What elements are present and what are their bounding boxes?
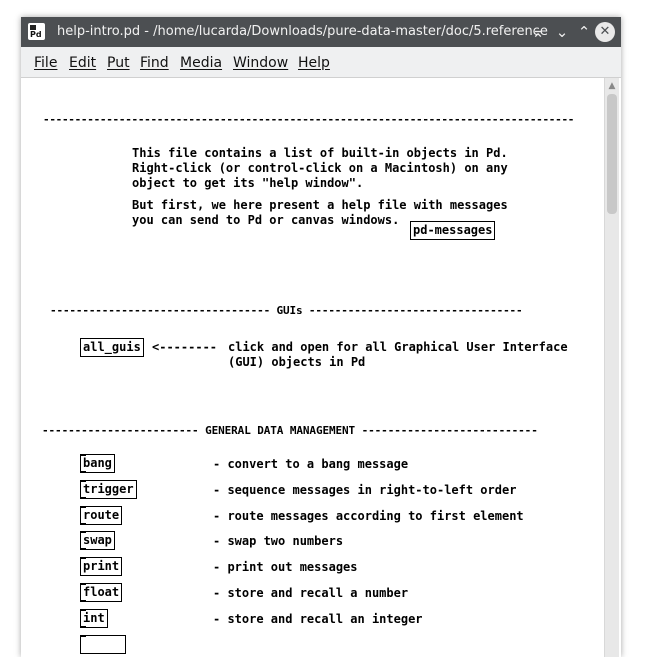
object-print[interactable]: print <box>80 557 123 576</box>
object-route[interactable]: route <box>80 506 123 525</box>
object-trigger[interactable]: trigger <box>80 480 137 499</box>
all-guis-desc-1: click and open for all Graphical User In… <box>228 340 568 354</box>
divider-top: ----------------------------------------… <box>43 113 575 126</box>
object-swap[interactable]: swap <box>80 531 115 550</box>
pd-app-icon: Pd <box>28 23 45 40</box>
object-float-desc: - store and recall a number <box>213 586 409 600</box>
object-partial[interactable] <box>80 635 126 654</box>
menu-file[interactable]: File <box>34 55 57 71</box>
menu-bar: File Edit Put Find Media Window Help <box>21 47 621 78</box>
menu-put[interactable]: Put <box>107 55 130 71</box>
pd-messages-subpatch[interactable]: pd-messages <box>410 221 496 240</box>
window-title: help-intro.pd - /home/lucarda/Downloads/… <box>57 24 548 39</box>
maximize-icon[interactable]: ⌃ <box>574 22 594 42</box>
menu-window[interactable]: Window <box>233 55 288 71</box>
keep-above-icon[interactable]: ⌅ <box>528 22 548 42</box>
object-float[interactable]: float <box>80 583 123 602</box>
minimize-icon[interactable]: ⌄ <box>552 22 572 42</box>
menu-edit[interactable]: Edit <box>69 55 96 71</box>
object-bang-desc: - convert to a bang message <box>213 457 409 471</box>
first-line-1: But first, we here present a help file w… <box>132 198 508 212</box>
pd-patch-window: Pd help-intro.pd - /home/lucarda/Downloa… <box>21 17 621 657</box>
object-print-desc: - print out messages <box>213 560 358 574</box>
intro-line-1: This file contains a list of built-in ob… <box>132 146 508 160</box>
data-management-header: ------------------------ GENERAL DATA MA… <box>42 424 538 437</box>
all-guis-subpatch[interactable]: all_guis <box>80 338 144 357</box>
vertical-scrollbar[interactable]: ▲ <box>604 78 619 657</box>
menu-find[interactable]: Find <box>140 55 169 71</box>
object-trigger-desc: - sequence messages in right-to-left ord… <box>213 483 517 497</box>
title-bar[interactable]: Pd help-intro.pd - /home/lucarda/Downloa… <box>21 17 621 47</box>
menu-media[interactable]: Media <box>180 55 222 71</box>
menu-help[interactable]: Help <box>298 55 330 71</box>
guis-section-header: ---------------------------------- GUIs … <box>50 304 523 317</box>
all-guis-arrow: <-------- <box>152 340 218 354</box>
object-route-desc: - route messages according to first elem… <box>213 509 524 523</box>
intro-line-3: object to get its "help window". <box>132 176 364 190</box>
object-int[interactable]: int <box>80 609 108 628</box>
first-line-2: you can send to Pd or canvas windows. <box>132 213 400 227</box>
object-int-desc: - store and recall an integer <box>213 612 423 626</box>
patch-canvas[interactable]: ----------------------------------------… <box>21 78 603 657</box>
intro-line-2: Right-click (or control-click on a Macin… <box>132 161 508 175</box>
object-swap-desc: - swap two numbers <box>213 534 344 548</box>
scroll-up-icon[interactable]: ▲ <box>605 80 619 92</box>
all-guis-desc-2: (GUI) objects in Pd <box>228 355 366 369</box>
close-icon[interactable]: ✕ <box>595 22 615 42</box>
object-bang[interactable]: bang <box>80 454 115 473</box>
scroll-thumb[interactable] <box>607 94 617 214</box>
